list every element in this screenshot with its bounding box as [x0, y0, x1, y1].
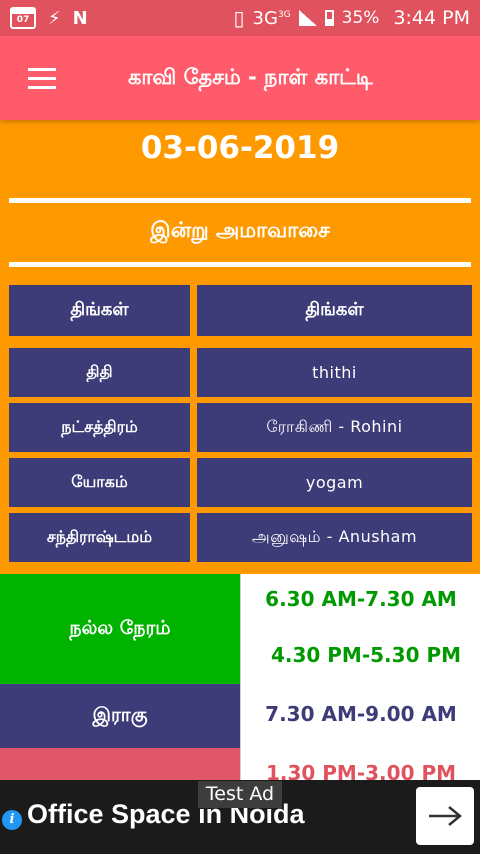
today-note: இன்று அமாவாசை — [150, 218, 330, 242]
arrow-right-icon — [429, 806, 462, 826]
divider — [9, 262, 471, 267]
hamburger-menu-icon[interactable] — [0, 36, 84, 120]
network-text: 3G — [252, 7, 278, 29]
row-label-nakshatra: நட்சத்திரம் — [9, 403, 190, 452]
date-display: 03-06-2019 — [140, 130, 340, 166]
battery-icon — [324, 10, 334, 26]
calendar-icon: 07 — [10, 7, 36, 29]
usb-icon: ⚡ — [48, 7, 61, 29]
battery-percent: 35% — [341, 8, 380, 28]
vibrate-icon: ▯ — [233, 6, 245, 30]
timing-value: 7.30 AM-9.00 AM — [265, 702, 457, 726]
timing-values: 6.30 AM-7.30 AM 4.30 PM-5.30 PM — [240, 574, 480, 684]
row-label-yogam: யோகம் — [9, 458, 190, 507]
test-ad-label: Test Ad — [198, 781, 282, 808]
timing-values: 7.30 AM-9.00 AM — [240, 684, 480, 748]
signal-icon — [298, 10, 317, 26]
timing-label: நல்ல நேரம் — [0, 574, 240, 684]
timing-row-raagu: இராகு 7.30 AM-9.00 AM — [0, 684, 480, 748]
row-value-yogam: yogam — [197, 458, 472, 507]
app-title: காவி தேசம் - நாள் காட்டி — [128, 64, 373, 89]
row-value-nakshatra: ரோகிணி - Rohini — [197, 403, 472, 452]
app-bar: காவி தேசம் - நாள் காட்டி — [0, 36, 480, 120]
status-bar: 07 ⚡ N ▯ 3G3G 35% 3:44 PM — [0, 0, 480, 36]
timing-label: இராகு — [0, 684, 240, 748]
network-sup-text: 3G — [277, 9, 291, 20]
table-header-label: திங்கள் — [9, 285, 190, 336]
ad-info-icon[interactable]: i — [2, 810, 22, 830]
table-header-value: திங்கள் — [197, 285, 472, 336]
timing-row-nalla-neram: நல்ல நேரம் 6.30 AM-7.30 AM 4.30 PM-5.30 … — [0, 574, 480, 684]
calendar-icon-text: 07 — [16, 15, 30, 25]
network-indicator: 3G3G — [253, 8, 291, 29]
ad-open-button[interactable] — [416, 787, 474, 845]
divider — [9, 198, 471, 203]
timing-value: 6.30 AM-7.30 AM — [265, 587, 457, 611]
n-icon: N — [72, 7, 88, 29]
timing-value: 4.30 PM-5.30 PM — [270, 643, 462, 667]
status-time: 3:44 PM — [393, 7, 470, 29]
row-value-chandrashtamam: அனுஷம் - Anusham — [197, 513, 472, 562]
row-label-chandrashtamam: சந்திராஷ்டமம் — [9, 513, 190, 562]
row-value-thithi: thithi — [197, 348, 472, 397]
row-label-thithi: திதி — [9, 348, 190, 397]
